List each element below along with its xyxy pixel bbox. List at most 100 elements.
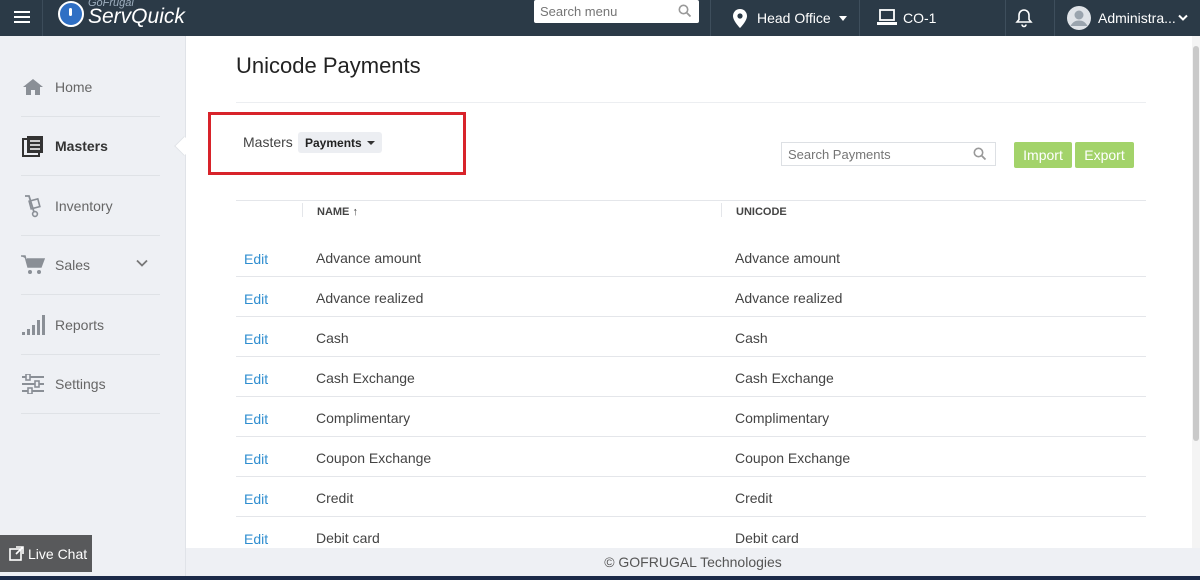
sort-ascending-icon: ↑ bbox=[352, 206, 358, 218]
payments-dropdown[interactable]: Payments bbox=[298, 132, 382, 153]
caret-down-icon bbox=[366, 140, 375, 145]
column-header-label: NAME bbox=[317, 206, 350, 218]
footer: © GOFRUGAL Technologies bbox=[186, 548, 1200, 576]
live-chat-label: Live Chat bbox=[28, 545, 88, 562]
column-separator bbox=[721, 203, 722, 217]
dropdown-label: Payments bbox=[305, 135, 362, 150]
location-selector[interactable]: Head Office bbox=[733, 0, 847, 36]
sidebar-item-masters[interactable]: Masters bbox=[21, 117, 160, 176]
hamburger-menu-button[interactable] bbox=[0, 0, 43, 36]
copyright-text: © GOFRUGAL Technologies bbox=[604, 554, 782, 570]
cell-unicode: Credit bbox=[735, 490, 773, 506]
cart-icon bbox=[21, 255, 45, 274]
bell-icon bbox=[1015, 9, 1033, 28]
edit-link[interactable]: Edit bbox=[244, 251, 268, 267]
table-row: Edit Credit Credit bbox=[236, 477, 1146, 517]
user-name: Administra... bbox=[1098, 10, 1176, 26]
counter-selector[interactable]: CO-1 bbox=[877, 0, 936, 36]
inventory-icon bbox=[25, 195, 41, 218]
column-header-unicode[interactable]: UNICODE bbox=[736, 206, 787, 218]
cell-unicode: Advance realized bbox=[735, 290, 843, 306]
page-title: Unicode Payments bbox=[236, 53, 421, 78]
cell-unicode: Cash Exchange bbox=[735, 370, 834, 386]
column-header-name[interactable]: NAME ↑ bbox=[317, 206, 358, 218]
edit-link[interactable]: Edit bbox=[244, 371, 268, 387]
home-icon bbox=[23, 79, 43, 95]
cell-unicode: Complimentary bbox=[735, 410, 830, 426]
edit-link[interactable]: Edit bbox=[244, 331, 268, 347]
location-pin-icon bbox=[733, 8, 747, 28]
import-button[interactable]: Import bbox=[1014, 142, 1072, 168]
column-separator bbox=[302, 203, 303, 217]
live-chat-button[interactable]: Live Chat bbox=[0, 535, 92, 572]
cell-name: Coupon Exchange bbox=[316, 450, 432, 466]
table-row: Edit Cash Exchange Cash Exchange bbox=[236, 357, 1146, 397]
edit-link[interactable]: Edit bbox=[244, 411, 268, 427]
location-label: Head Office bbox=[757, 10, 831, 26]
sidebar-item-inventory[interactable]: Inventory bbox=[21, 177, 160, 236]
external-link-icon bbox=[9, 546, 24, 561]
sidebar-item-label: Reports bbox=[55, 317, 105, 333]
hamburger-icon-line bbox=[14, 16, 30, 18]
sidebar: Home Masters Inventory Sales Reports Set… bbox=[0, 36, 194, 580]
divider bbox=[1005, 0, 1006, 36]
cell-unicode: Cash bbox=[735, 330, 768, 346]
search-icon[interactable] bbox=[973, 147, 987, 161]
table-row: Edit Complimentary Complimentary bbox=[236, 397, 1146, 437]
logo-brand-name: ServQuick bbox=[88, 5, 185, 28]
divider bbox=[1054, 0, 1055, 36]
settings-icon bbox=[22, 374, 44, 394]
cell-name: Advance amount bbox=[316, 250, 422, 266]
sidebar-item-label: Inventory bbox=[55, 198, 113, 214]
menu-search-box bbox=[534, 0, 699, 23]
table-row: Edit Advance realized Advance realized bbox=[236, 277, 1146, 317]
vertical-scrollbar[interactable] bbox=[1192, 36, 1200, 548]
divider bbox=[236, 102, 1146, 103]
cell-name: Debit card bbox=[316, 530, 380, 546]
counter-label: CO-1 bbox=[903, 10, 937, 26]
payments-search-input[interactable] bbox=[782, 143, 967, 165]
cell-name: Cash Exchange bbox=[316, 370, 415, 386]
search-icon[interactable] bbox=[678, 4, 692, 18]
sidebar-item-reports[interactable]: Reports bbox=[21, 296, 160, 355]
edit-link[interactable]: Edit bbox=[244, 451, 268, 467]
notifications-button[interactable] bbox=[1015, 0, 1033, 36]
divider bbox=[859, 0, 860, 36]
user-menu[interactable]: Administra... bbox=[1067, 0, 1188, 36]
cell-unicode: Advance amount bbox=[735, 250, 841, 266]
payments-search-box bbox=[781, 142, 996, 166]
sidebar-item-label: Sales bbox=[55, 257, 91, 273]
edit-link[interactable]: Edit bbox=[244, 531, 268, 547]
chevron-down-icon[interactable] bbox=[136, 259, 148, 267]
cell-name: Complimentary bbox=[316, 410, 411, 426]
desktop-icon bbox=[877, 9, 897, 25]
edit-link[interactable]: Edit bbox=[244, 491, 268, 507]
sidebar-item-home[interactable]: Home bbox=[21, 58, 160, 117]
table-row: Edit Coupon Exchange Coupon Exchange bbox=[236, 437, 1146, 477]
cell-unicode: Coupon Exchange bbox=[735, 450, 851, 466]
chevron-down-icon bbox=[1178, 14, 1188, 21]
table-header: NAME ↑ UNICODE bbox=[236, 200, 1146, 230]
logo-icon bbox=[58, 1, 84, 27]
cell-name: Advance realized bbox=[316, 290, 424, 306]
masters-icon bbox=[22, 136, 43, 157]
hamburger-icon-line bbox=[14, 21, 30, 23]
sidebar-item-label: Masters bbox=[55, 138, 108, 154]
sidebar-item-label: Home bbox=[55, 79, 93, 95]
sidebar-item-sales[interactable]: Sales bbox=[21, 236, 160, 295]
breadcrumb[interactable]: Masters bbox=[243, 134, 293, 150]
cell-name: Cash bbox=[316, 330, 349, 346]
hamburger-icon bbox=[14, 11, 30, 13]
scrollbar-thumb[interactable] bbox=[1193, 46, 1199, 441]
divider bbox=[710, 0, 711, 36]
edit-link[interactable]: Edit bbox=[244, 291, 268, 307]
sidebar-item-settings[interactable]: Settings bbox=[21, 355, 160, 414]
sidebar-item-label: Settings bbox=[55, 376, 106, 392]
main-content: Unicode Payments Masters Payments Import… bbox=[186, 36, 1200, 548]
cell-unicode: Debit card bbox=[735, 530, 799, 546]
avatar-icon bbox=[1067, 6, 1091, 30]
table-row: Edit Cash Cash bbox=[236, 317, 1146, 357]
export-button[interactable]: Export bbox=[1075, 142, 1134, 168]
menu-search-input[interactable] bbox=[534, 0, 672, 23]
chevron-down-icon bbox=[838, 15, 847, 21]
